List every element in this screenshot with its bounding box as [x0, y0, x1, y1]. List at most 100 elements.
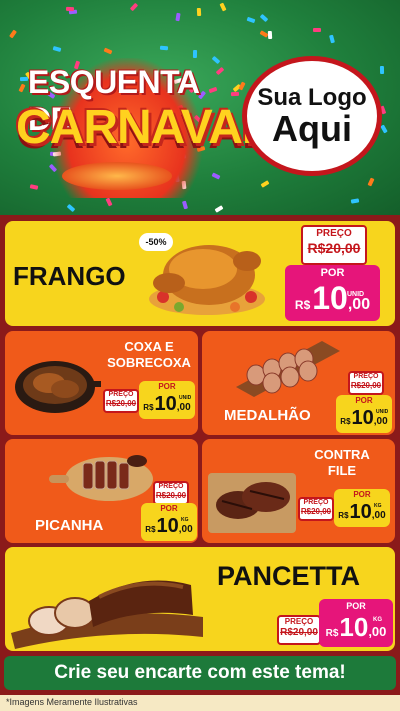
price-box-coxa: POR R$ 10 ,00 UNID	[139, 381, 195, 419]
confetti-piece	[219, 2, 227, 12]
price-dec: ,00	[176, 402, 191, 413]
por-label: POR	[355, 396, 373, 405]
currency: R$	[325, 628, 339, 639]
product-name-picanha: PICANHA	[35, 517, 104, 534]
confetti-piece	[260, 180, 270, 188]
title-base-decoration	[62, 162, 172, 190]
card-medalhao: PREÇO R$20,00 MEDALHÃO POR R$ 10 ,00 UNI…	[202, 331, 395, 435]
product-name-medalhao: MEDALHÃO	[224, 407, 311, 424]
price-int: 10	[156, 515, 179, 537]
confetti-piece	[129, 2, 139, 12]
product-name-line-2: FILE	[327, 463, 357, 478]
old-price: R$20,00	[155, 491, 187, 500]
product-name-line-1: COXA E	[124, 339, 174, 354]
header-banner: ESQUENTA DE CARNAVAL Sua Logo Aqui	[0, 0, 400, 215]
por-label: POR	[346, 601, 366, 611]
chicken-legs-pan-image	[15, 361, 101, 413]
price-int: 10	[339, 612, 369, 642]
price-dec: ,00	[373, 416, 388, 427]
price-int: 10	[312, 280, 348, 316]
old-price: R$20,00	[105, 399, 137, 408]
confetti-piece	[259, 13, 269, 23]
preco-box-contrafile: PREÇO R$20,00	[298, 497, 334, 521]
price-box-picanha: POR R$ 10 ,00 KG	[141, 503, 197, 541]
price-box-medalhao: POR R$ 10 ,00 UNID	[336, 395, 392, 433]
confetti-piece	[181, 200, 189, 210]
confetti-piece	[379, 65, 385, 75]
disclaimer-text: *Imagens Meramente Ilustrativas	[6, 697, 138, 707]
unit-label: KG	[181, 517, 189, 523]
card-coxa-sobrecoxa: COXA E SOBRECOXA PREÇO R$20,00 POR R$ 10…	[5, 331, 198, 435]
preco-label: PREÇO	[284, 617, 314, 626]
price-box-frango: POR R$ 10 ,00 UNID	[285, 265, 380, 321]
price-int: 10	[351, 407, 374, 429]
price-dec: ,00	[347, 296, 371, 313]
por-label: POR	[160, 504, 178, 513]
card-contra-file: CONTRA FILE PREÇO R$20,00 POR R$ 10 ,00 …	[202, 439, 395, 543]
preco-label: PREÇO	[316, 228, 352, 239]
preco-box-medalhao: PREÇO R$20,00	[348, 371, 384, 395]
cta-banner[interactable]: Crie seu encarte com este tema!	[4, 656, 396, 690]
product-name-line-1: CONTRA	[314, 447, 370, 462]
por-label: POR	[158, 382, 176, 391]
confetti-piece	[267, 30, 273, 40]
confetti-piece	[238, 81, 246, 91]
logo-line-1: Sua Logo	[257, 83, 367, 111]
pancetta-board-image	[11, 580, 203, 649]
discount-badge-text: -50%	[145, 237, 167, 247]
confetti-piece	[230, 91, 240, 97]
bacon-skewers-image	[236, 341, 340, 397]
unit-label: UNID	[179, 395, 192, 401]
discount-badge: -50%	[139, 233, 173, 251]
unit-label: UNID	[347, 291, 365, 298]
price-int: 10	[349, 501, 372, 523]
preco-label: PREÇO	[108, 391, 134, 398]
confetti-piece	[329, 34, 335, 44]
cta-text: Crie seu encarte com este tema!	[54, 662, 346, 683]
preco-label: PREÇO	[158, 483, 184, 490]
preco-label: PREÇO	[353, 373, 379, 380]
card-pancetta: PANCETTA PREÇO R$20,00 POR R$ 10 ,00 KG	[5, 547, 395, 651]
confetti-piece	[66, 203, 76, 213]
confetti-piece	[380, 124, 388, 134]
preco-box-picanha: PREÇO R$20,00	[153, 481, 189, 505]
price-value: R$ 10 ,00	[289, 281, 376, 315]
preco-label: PREÇO	[303, 499, 329, 506]
price-dec: ,00	[368, 624, 387, 639]
old-price: R$20,00	[280, 627, 318, 638]
old-price: R$20,00	[350, 381, 382, 390]
unit-label: KG	[374, 503, 382, 509]
unit-label: UNID	[376, 409, 389, 415]
logo-line-2: Aqui	[272, 107, 352, 149]
currency: R$	[145, 525, 156, 534]
confetti-piece	[65, 6, 75, 12]
price-box-contrafile: POR R$ 10 ,00 KG	[334, 489, 390, 527]
old-price: R$20,00	[307, 240, 361, 256]
por-label: POR	[320, 267, 345, 279]
price-box-pancetta: POR R$ 10 ,00 KG	[319, 599, 393, 647]
price-dec: ,00	[178, 524, 193, 535]
product-grid: FRANGO -50% PREÇO R$20,00 POR R$ 10 ,00	[0, 215, 400, 695]
product-name-pancetta: PANCETTA	[217, 561, 360, 591]
currency: R$	[294, 298, 311, 312]
confetti-piece	[313, 28, 321, 32]
confetti-piece	[367, 177, 375, 187]
title-line-2: CARNAVAL	[16, 101, 271, 154]
product-name-contrafile: CONTRA FILE	[302, 447, 382, 479]
confetti-piece	[196, 7, 202, 17]
confetti-piece	[246, 16, 256, 24]
unit-label: KG	[373, 617, 382, 623]
confetti-piece	[175, 12, 181, 22]
currency: R$	[340, 417, 351, 426]
currency: R$	[338, 511, 349, 520]
grilled-steaks-image	[208, 473, 296, 533]
confetti-piece	[214, 205, 224, 213]
picanha-board-image	[49, 455, 153, 501]
por-label: POR	[353, 490, 371, 499]
preco-box-pancetta: PREÇO R$20,00	[277, 615, 321, 645]
currency: R$	[143, 403, 154, 412]
confetti-piece	[350, 198, 360, 204]
card-frango: FRANGO -50% PREÇO R$20,00 POR R$ 10 ,00	[5, 221, 395, 326]
old-price: R$20,00	[300, 507, 332, 516]
price-int: 10	[154, 393, 177, 415]
